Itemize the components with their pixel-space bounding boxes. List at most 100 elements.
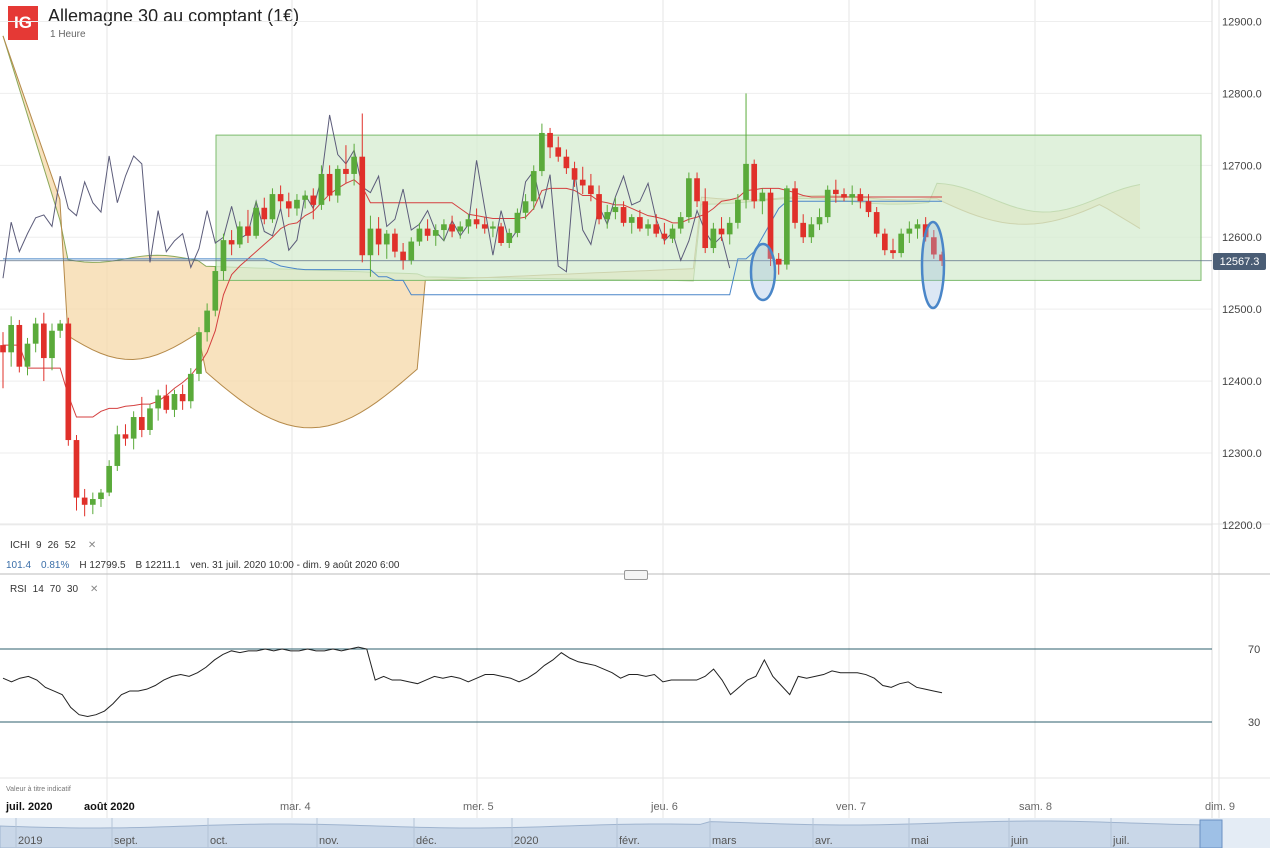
candle-body (718, 228, 725, 235)
candle[interactable] (155, 389, 161, 421)
candle[interactable] (686, 172, 692, 223)
candle[interactable] (0, 332, 6, 389)
candle-body (163, 395, 170, 410)
navigator-label: sept. (114, 835, 138, 847)
candle[interactable] (784, 185, 790, 270)
rsi-tick-label: 70 (1248, 644, 1260, 656)
candle-body (359, 156, 366, 256)
candle[interactable] (24, 337, 31, 376)
candle-body (530, 171, 537, 202)
time-tick-label: mar. 4 (280, 801, 311, 813)
close-icon[interactable]: ✕ (88, 540, 96, 551)
candle[interactable] (130, 411, 137, 450)
candle-body (579, 179, 586, 186)
candle-body (547, 132, 553, 148)
candle[interactable] (179, 384, 186, 410)
candle-body (16, 324, 23, 367)
candle-body (661, 233, 668, 239)
candle[interactable] (514, 208, 521, 238)
candle-body (24, 343, 31, 367)
close-icon[interactable]: ✕ (90, 584, 98, 595)
candle-body (686, 178, 692, 218)
candle-body (457, 226, 464, 232)
stat-value: 101.4 (6, 560, 32, 571)
candle[interactable] (212, 266, 219, 317)
candle-body (122, 434, 129, 439)
rsi-legend[interactable]: RSI 14 70 30 ✕ (10, 584, 98, 595)
candle-body (906, 228, 913, 234)
price-tick-label: 12400.0 (1222, 376, 1262, 388)
candle[interactable] (32, 317, 39, 353)
candle-body (269, 194, 276, 220)
candle-body (824, 189, 831, 218)
candle[interactable] (81, 488, 88, 517)
candle-body (735, 199, 741, 223)
candle-body (392, 233, 398, 252)
navigator-label: déc. (416, 835, 437, 847)
navigator-label: mars (712, 835, 737, 847)
candle[interactable] (751, 159, 758, 209)
price-tick-label: 12300.0 (1222, 448, 1262, 460)
candle-body (784, 188, 790, 265)
navigator-selection[interactable] (1199, 819, 1223, 848)
candle[interactable] (65, 317, 72, 446)
rsi-tick-label: 30 (1248, 717, 1260, 729)
candle-body (73, 440, 80, 498)
candle[interactable] (49, 323, 55, 371)
candle[interactable] (98, 488, 104, 507)
candle-body (106, 465, 112, 493)
rsi-panel: 70 30 (0, 644, 1270, 779)
time-tick-label: mer. 5 (463, 801, 494, 813)
candle[interactable] (40, 312, 47, 382)
candle-body (669, 228, 676, 239)
chart-canvas[interactable]: 12900.0 12800.0 12700.0 12600.0 12500.0 12400… (0, 0, 1270, 848)
price-axis: 12900.0 12800.0 12700.0 12600.0 12500.0 12400… (1222, 16, 1262, 531)
navigator-label: avr. (815, 835, 833, 847)
candle-body (816, 217, 823, 225)
time-tick-label: sam. 8 (1019, 801, 1052, 813)
candle-body (481, 224, 488, 229)
candle-body (8, 324, 14, 353)
candle-body (800, 222, 807, 238)
ichimoku-legend[interactable]: ICHI 9 26 52 ✕ (10, 540, 96, 551)
time-tick-label: juil. 2020 (5, 801, 52, 813)
navigator-label: juin (1010, 835, 1028, 847)
navigator-label: oct. (210, 835, 228, 847)
candle-body (147, 408, 153, 430)
rsi-line (2, 646, 943, 718)
panel-resize-handle[interactable] (624, 570, 648, 580)
candle-body (849, 194, 856, 198)
candle[interactable] (16, 319, 23, 373)
candle[interactable] (73, 435, 80, 511)
ichimoku-param-2: 26 (47, 540, 59, 551)
candle[interactable] (147, 404, 153, 436)
candle-body (236, 226, 243, 245)
candle-body (138, 417, 145, 430)
candle[interactable] (539, 123, 545, 177)
candle[interactable] (171, 389, 178, 418)
price-tick-label: 12700.0 (1222, 160, 1262, 172)
candle[interactable] (187, 368, 194, 409)
candle-body (375, 228, 382, 245)
candle-body (588, 185, 594, 195)
candle[interactable] (138, 396, 145, 438)
candle-body (743, 163, 749, 200)
candle[interactable] (163, 384, 170, 414)
candle[interactable] (122, 424, 129, 446)
candle-body (65, 323, 72, 441)
candle-body (498, 226, 504, 243)
candle-body (334, 168, 341, 196)
stat-range: ven. 31 juil. 2020 10:00 - dim. 9 août 2… (190, 560, 400, 571)
candle-body (0, 345, 6, 353)
candle-body (506, 232, 513, 243)
candle-body (98, 492, 104, 500)
candle-body (465, 219, 472, 227)
candle[interactable] (196, 327, 202, 382)
candle[interactable] (57, 319, 63, 338)
candle[interactable] (114, 425, 121, 471)
candle[interactable] (8, 316, 14, 367)
price-tick-label: 12500.0 (1222, 304, 1262, 316)
candle[interactable] (89, 492, 96, 515)
candle-body (539, 132, 545, 172)
rsi-param-1: 14 (32, 584, 44, 595)
